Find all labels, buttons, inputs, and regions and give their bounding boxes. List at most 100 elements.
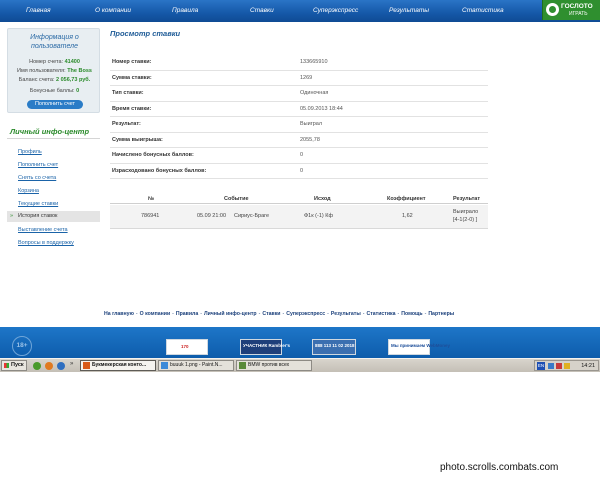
username-label: Имя пользователя: [17,68,66,74]
rambler-badge[interactable]: УЧАСТНИК Rambler's [240,339,290,355]
nav-item-home[interactable]: Главная [26,7,51,14]
bonus-label: Бонусные баллы: [29,88,75,94]
quick-launch-browser-icon[interactable] [33,362,41,370]
detail-value: 1269 [300,74,313,81]
user-info-box: Информация о пользователе Номер счета: 4… [7,28,100,113]
start-button[interactable]: Пуск [1,360,27,371]
task-button-bmw[interactable]: BMW против всех [236,360,312,371]
detail-label: Начислено бонусных баллов: [112,152,194,158]
bet-cell-outcome: Ф1к (-1) Кф [304,213,333,219]
detail-value: 0 [300,152,304,158]
column-header-result: Результат [453,196,481,202]
bet-cell-event-name: Сириус-Браге [234,213,270,219]
watermark-text: photo.scrolls.combats.com [440,462,559,473]
webmoney-badge[interactable]: Мы принимаем WebMoney [388,339,450,355]
sidebar-item-bet-history-label: История ставок [18,213,58,219]
nav-item-rules[interactable]: Правила [172,7,198,14]
footer-link-help[interactable]: Помощь [401,311,422,317]
sidebar-item-top-up[interactable]: Пополнить счет [18,162,58,168]
webmoney-badge-text: Мы принимаем WebMoney [391,343,451,348]
sidebar-item-current-bets[interactable]: Текущие ставки [18,201,58,207]
quick-launch-more-icon[interactable]: » [70,361,73,367]
detail-value: Выиграл [300,121,323,127]
counter-badge[interactable]: 170 [166,339,208,355]
bet-cell-result-line1: Выиграло [453,209,479,215]
document-app-icon [239,362,246,369]
detail-label: Сумма ставки: [112,74,152,81]
phone-badge-text: 888 113 11 02 2018 [315,343,355,348]
sidebar-item-profile[interactable]: Профиль [18,149,42,155]
task-label: buuuk 1.png - Paint.N... [170,362,223,368]
detail-row-bet-amount: Сумма ставки: 1269 [110,71,488,86]
nav-item-results[interactable]: Результаты [389,7,429,14]
detail-label: Сумма выигрыша: [112,136,163,143]
footer-link-partners[interactable]: Партнеры [428,311,454,317]
footer-links: На главную - О компании - Правила - Личный инф… [104,311,454,317]
task-button-paint[interactable]: buuuk 1.png - Paint.N... [158,360,234,371]
footer-link-about[interactable]: О компании [140,311,170,317]
username-value: The Boss [67,68,92,74]
table-row: 786941 05.09 21:00 Сириус-Браге Ф1к (-1)… [110,205,488,229]
page-title: Просмотр ставки [110,29,181,38]
footer-link-superexpress[interactable]: Суперэкспресс [286,311,325,317]
detail-row-bonus-spent: Израсходовано бонусных баллов: 0 [110,164,488,179]
start-label: Пуск [11,362,24,368]
active-bullet-icon: » [10,213,14,219]
detail-value: 05.09.2013 18:44 [300,105,343,112]
user-info-title: Информация о пользователе [8,33,101,51]
quick-launch-ie-icon[interactable] [57,362,65,370]
phone-badge[interactable]: 888 113 11 02 2018 [312,339,356,355]
top-up-account-button[interactable]: Пополнить счет [27,100,83,109]
detail-row-bet-time: Время ставки: 05.09.2013 18:44 [110,102,488,117]
account-number-label: Номер счета: [29,59,64,65]
user-info-title-line1: Информация о [30,34,79,41]
footer-band: 18+ 170 УЧАСТНИК Rambler's 888 113 11 02… [0,327,600,358]
detail-row-result: Результат: Выиграл [110,117,488,133]
footer-link-info-center[interactable]: Личный инфо-центр [204,311,257,317]
account-number-row: Номер счета: 41400 [8,59,101,65]
footer-link-rules[interactable]: Правила [176,311,198,317]
logo-text: ГОСЛОТО [561,3,593,10]
sidebar-item-invoicing[interactable]: Выставление счета [18,227,68,233]
detail-label: Результат: [112,121,141,127]
bet-cell-result-line2: [4-1(2-0) ] [453,217,478,223]
detail-row-win-amount: Сумма выигрыша: 2055,78 [110,133,488,148]
user-info-title-line2: пользователе [30,43,78,50]
volume-icon[interactable] [564,363,570,369]
sidebar-item-support[interactable]: Вопросы в поддержку [18,240,74,246]
detail-value: 0 [300,167,304,174]
sidebar-item-bet-history[interactable]: » История ставок [7,211,100,222]
quick-launch-opera-icon[interactable] [45,362,53,370]
column-header-coefficient: Коэффициент [387,196,426,202]
balance-label: Баланс счета: [18,77,55,83]
task-button-bookmaker[interactable]: Букмекерская конто... [80,360,156,371]
network-icon[interactable] [548,363,554,369]
nav-item-about[interactable]: О компании [95,7,131,14]
system-tray: EN 14:21 [534,360,599,371]
sidebar-item-basket[interactable]: Корзина [18,188,39,194]
detail-label: Время ставки: [112,105,152,112]
nav-item-statistics[interactable]: Статистика [462,7,504,14]
detail-label: Номер ставки: [112,59,152,65]
gosloto-logo[interactable]: ГОСЛОТО ИГРАТЬ [542,0,600,20]
footer-link-bets[interactable]: Ставки [262,311,280,317]
username-row: Имя пользователя: The Boss [8,68,101,74]
rambler-badge-text: УЧАСТНИК Rambler's [243,343,291,348]
bonus-row: Бонусные баллы: 0 [8,88,101,94]
clock: 14:21 [581,363,595,369]
footer-link-results[interactable]: Результаты [331,311,361,317]
footer-link-home[interactable]: На главную [104,311,134,317]
nav-item-bets[interactable]: Ставки [250,7,274,14]
balance-row: Баланс счета: 2 056,73 руб. [8,77,101,83]
nav-item-superexpress[interactable]: Суперэкспресс [313,7,358,14]
gosloto-logo-icon [546,3,559,16]
bets-table-header: № Событие Исход Коэффициент Результат [110,194,488,204]
sidebar-title: Личный инфо-центр [10,127,90,136]
antivirus-icon[interactable] [556,363,562,369]
sidebar-item-withdraw[interactable]: Снять со счета [18,175,56,181]
age-restriction-badge: 18+ [12,336,32,356]
balance-value: 2 056,73 руб. [56,77,91,83]
language-indicator[interactable]: EN [537,362,545,370]
bonus-value: 0 [76,88,80,94]
footer-link-statistics[interactable]: Статистика [367,311,396,317]
